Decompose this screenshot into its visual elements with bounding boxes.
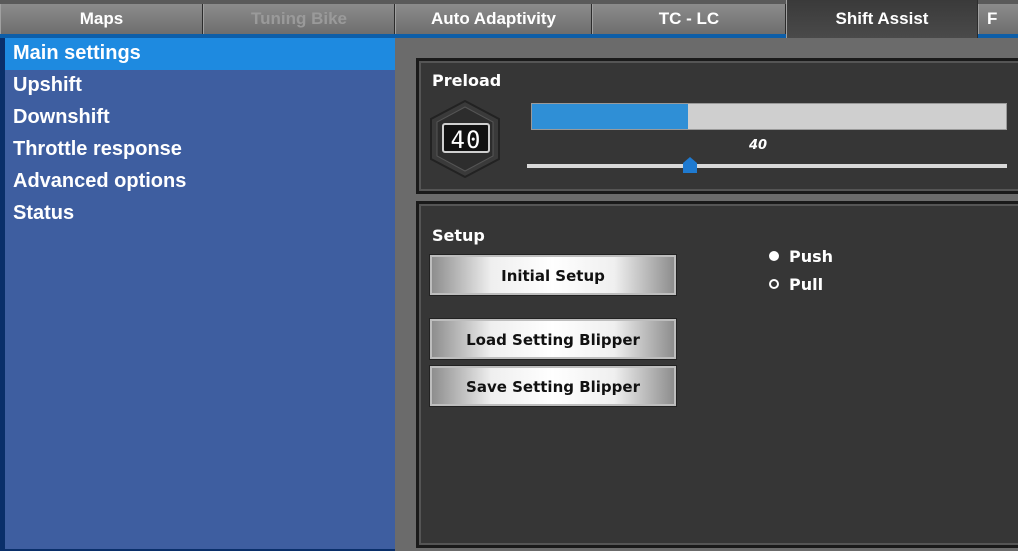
radio-pull[interactable]: Pull <box>769 274 823 296</box>
sidebar-item-downshift[interactable]: Downshift <box>5 102 395 134</box>
radio-push-label: Push <box>789 247 834 266</box>
setup-title: Setup <box>432 226 485 245</box>
preload-progress-fill <box>532 104 689 129</box>
radio-push[interactable]: Push <box>769 246 833 268</box>
save-setting-blipper-button[interactable]: Save Setting Blipper <box>429 365 677 407</box>
preload-digital-value: 40 <box>442 123 490 154</box>
preload-panel: Preload 40 40 <box>416 58 1018 194</box>
preload-display: 40 <box>429 99 501 179</box>
sidebar: Main settings Upshift Downshift Throttle… <box>0 38 395 551</box>
sidebar-item-main-settings[interactable]: Main settings <box>5 38 395 70</box>
radio-selected-icon <box>769 250 779 261</box>
tab-bar: Maps Tuning Bike Auto Adaptivity TC - LC… <box>0 0 1018 38</box>
preload-slider-track[interactable] <box>527 164 1007 168</box>
tab-tuning-bike[interactable]: Tuning Bike <box>203 4 395 34</box>
preload-value-label: 40 <box>749 138 768 153</box>
tab-shift-assist[interactable]: Shift Assist <box>786 0 978 38</box>
sidebar-item-upshift[interactable]: Upshift <box>5 70 395 102</box>
radio-unselected-icon <box>769 278 779 289</box>
load-setting-blipper-button[interactable]: Load Setting Blipper <box>429 318 677 360</box>
preload-title: Preload <box>432 71 502 90</box>
tab-auto-adaptivity[interactable]: Auto Adaptivity <box>395 4 592 34</box>
preload-progress-bar <box>531 103 1007 130</box>
tab-maps[interactable]: Maps <box>0 4 203 34</box>
radio-pull-label: Pull <box>789 275 824 294</box>
preload-slider-thumb[interactable] <box>683 157 698 173</box>
sidebar-item-advanced-options[interactable]: Advanced options <box>5 166 395 198</box>
initial-setup-button[interactable]: Initial Setup <box>429 254 677 296</box>
tab-overflow[interactable]: F <box>978 4 1018 34</box>
sidebar-item-throttle-response[interactable]: Throttle response <box>5 134 395 166</box>
setup-panel: Setup Initial Setup Load Setting Blipper… <box>416 201 1018 548</box>
sidebar-item-status[interactable]: Status <box>5 198 395 230</box>
tab-tc-lc[interactable]: TC - LC <box>592 4 786 34</box>
